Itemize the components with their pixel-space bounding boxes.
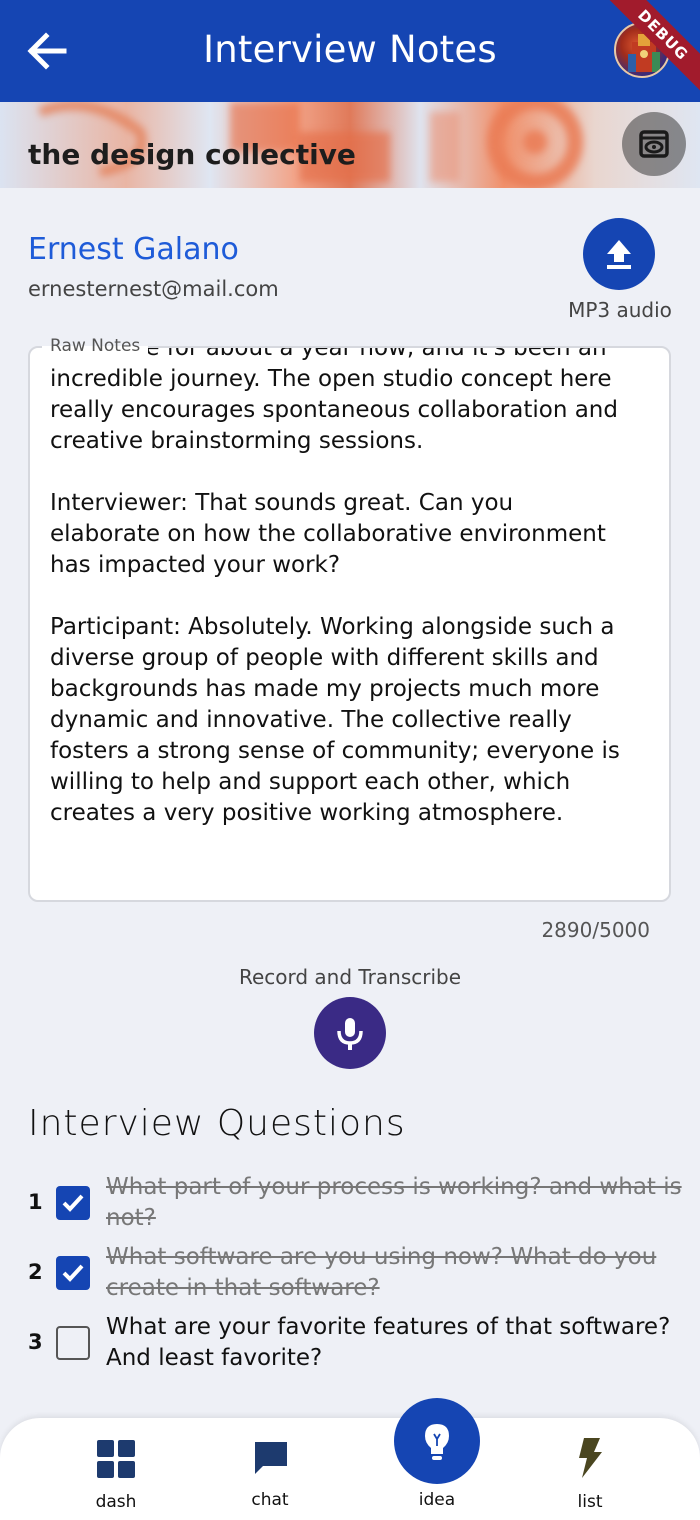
page-title: Interview Notes (203, 28, 497, 71)
raw-notes-text[interactable]: collective for about a year now, and it'… (50, 348, 660, 829)
record-button[interactable] (314, 997, 386, 1069)
question-number: 1 (28, 1190, 43, 1214)
nav-label: chat (251, 1490, 289, 1510)
dashboard-icon (97, 1440, 135, 1478)
question-text: What part of your process is working? an… (106, 1174, 682, 1231)
app-bar: Interview Notes DEBUG (0, 0, 700, 102)
upload-audio-label: MP3 audio (568, 298, 672, 322)
participant-name: Ernest Galano (28, 232, 239, 267)
bottom-navigation: dash chat idea list (0, 1418, 700, 1520)
nav-label: list (577, 1492, 603, 1512)
question-checkbox[interactable] (56, 1186, 90, 1220)
nav-item-dash[interactable]: dash (56, 1418, 176, 1520)
nav-item-chat[interactable]: chat (210, 1418, 330, 1520)
upload-audio-button[interactable] (583, 218, 655, 290)
question-number: 3 (28, 1330, 43, 1354)
question-checkbox[interactable] (56, 1326, 90, 1360)
raw-notes-textarea[interactable]: collective for about a year now, and it'… (28, 346, 671, 902)
preview-icon (639, 130, 669, 158)
checkmark-icon (62, 1264, 84, 1282)
banner-image: the design collective (0, 102, 700, 188)
questions-heading: Interview Questions (28, 1103, 406, 1144)
character-counter: 2890/5000 (541, 918, 650, 942)
question-text: What are your favorite features of that … (106, 1314, 671, 1371)
nav-label: idea (418, 1490, 456, 1510)
idea-button[interactable] (394, 1398, 480, 1484)
nav-label: dash (95, 1492, 137, 1512)
lightning-icon (579, 1438, 602, 1478)
microphone-icon (337, 1018, 363, 1050)
view-image-button[interactable] (622, 112, 686, 176)
lightbulb-icon (425, 1424, 449, 1460)
checkmark-icon (62, 1194, 84, 1212)
question-text: What software are you using now? What do… (106, 1244, 657, 1301)
question-number: 2 (28, 1260, 43, 1284)
record-label: Record and Transcribe (238, 965, 462, 989)
question-checkbox[interactable] (56, 1256, 90, 1290)
participant-email: ernesternest@mail.com (28, 277, 279, 301)
upload-icon (607, 240, 631, 269)
chat-icon (255, 1442, 287, 1474)
nav-item-list[interactable]: list (530, 1418, 650, 1520)
banner-title: the design collective (28, 138, 356, 171)
raw-notes-label: Raw Notes (42, 336, 149, 356)
